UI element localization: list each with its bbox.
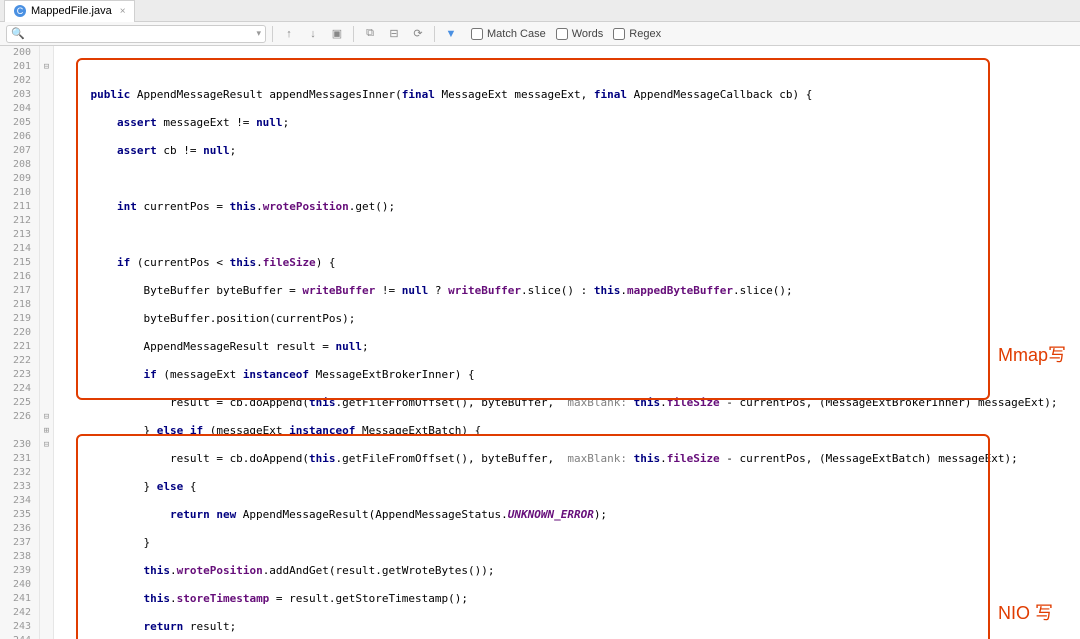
code-line: if (messageExt instanceof MessageExtBrok…	[64, 368, 1080, 382]
code-line: assert messageExt != null;	[64, 116, 1080, 130]
code-line: this.storeTimestamp = result.getStoreTim…	[64, 592, 1080, 606]
code-line: ByteBuffer byteBuffer = writeBuffer != n…	[64, 284, 1080, 298]
regex-checkbox[interactable]: Regex	[613, 28, 661, 40]
code-line: return new AppendMessageResult(AppendMes…	[64, 508, 1080, 522]
code-line	[64, 228, 1080, 242]
select-all-icon[interactable]: ▣	[327, 25, 347, 43]
code-line: int currentPos = this.wrotePosition.get(…	[64, 200, 1080, 214]
search-input[interactable]	[25, 28, 257, 40]
code-line: result = cb.doAppend(this.getFileFromOff…	[64, 452, 1080, 466]
find-bar: 🔍 ▾ ↑ ↓ ▣ ⧉ ⊟ ⟳ ▼ Match Case Words Regex	[0, 22, 1080, 46]
line-gutter: 2002012022032042052062072082092102112122…	[0, 46, 40, 639]
annotation-label-nio: NIO 写	[998, 606, 1053, 620]
code-line: byteBuffer.position(currentPos);	[64, 312, 1080, 326]
tab-bar: C MappedFile.java ×	[0, 0, 1080, 22]
replace-icon[interactable]: ⟳	[408, 25, 428, 43]
code-line: AppendMessageResult result = null;	[64, 340, 1080, 354]
code-line: this.wrotePosition.addAndGet(result.getW…	[64, 564, 1080, 578]
code-line: public AppendMessageResult appendMessage…	[64, 88, 1080, 102]
code-line	[64, 60, 1080, 74]
code-line: return result;	[64, 620, 1080, 634]
dropdown-icon[interactable]: ▾	[256, 28, 261, 39]
code-line: } else if (messageExt instanceof Message…	[64, 424, 1080, 438]
annotation-label-mmap: Mmap写	[998, 348, 1066, 362]
svg-text:C: C	[17, 6, 24, 16]
words-checkbox[interactable]: Words	[556, 28, 604, 40]
arrow-up-icon[interactable]: ↑	[279, 25, 299, 43]
code-line: result = cb.doAppend(this.getFileFromOff…	[64, 396, 1080, 410]
filter-icon[interactable]: ▼	[441, 25, 461, 43]
match-case-checkbox[interactable]: Match Case	[471, 28, 546, 40]
code-line: assert cb != null;	[64, 144, 1080, 158]
remove-icon[interactable]: ⊟	[384, 25, 404, 43]
code-line: }	[64, 536, 1080, 550]
fold-gutter: ⊟⊟⊞⊟	[40, 46, 54, 639]
tab-filename: MappedFile.java	[31, 5, 112, 17]
code-line: if (currentPos < this.fileSize) {	[64, 256, 1080, 270]
java-class-icon: C	[13, 4, 27, 18]
code-area[interactable]: public AppendMessageResult appendMessage…	[54, 46, 1080, 639]
code-line: } else {	[64, 480, 1080, 494]
editor[interactable]: 2002012022032042052062072082092102112122…	[0, 46, 1080, 639]
code-line	[64, 172, 1080, 186]
search-icon: 🔍	[11, 27, 25, 40]
add-selection-icon[interactable]: ⧉	[360, 25, 380, 43]
tab-mappedfile[interactable]: C MappedFile.java ×	[4, 0, 135, 22]
arrow-down-icon[interactable]: ↓	[303, 25, 323, 43]
search-box[interactable]: 🔍 ▾	[6, 25, 266, 43]
close-icon[interactable]: ×	[120, 6, 126, 17]
